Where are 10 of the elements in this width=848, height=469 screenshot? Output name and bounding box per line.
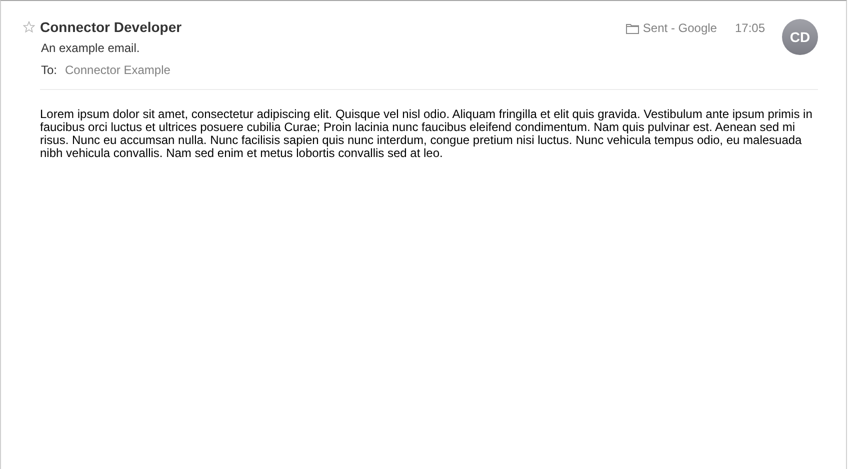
mailbox-name: Sent - Google [642, 21, 717, 35]
to-label: To: [41, 63, 58, 77]
subject-line: An example email. [41, 41, 141, 55]
avatar: CD [782, 19, 818, 55]
message-time: 17:05 [734, 21, 765, 35]
folder-icon [626, 23, 639, 34]
recipient-name: Connector Example [65, 63, 170, 77]
star-icon[interactable] [23, 21, 35, 33]
sender-name: Connector Developer [40, 19, 182, 35]
message-body: Lorem ipsum dolor sit amet, consectetur adipiscing elit. Quisque vel nisl odio. Aliquam fringilla et elit quis gravida. Vestibulum ante ipsum primis in faucibus orci luctus et ultrices posuere cubilia Curae; Proin lacinia nunc faucibus eleifend condimentum. Nam quis pulvinar est. Aenean sed mi risus. Nunc eu accumsan nulla. Nunc facilisis sapien quis nunc interdum, congue pretium nisi luctus. Nunc vehicula tempus odio, eu malesuada nibh vehicula convallis. Nam sed enim et metus lobortis convallis sed at leo. [40, 108, 814, 160]
